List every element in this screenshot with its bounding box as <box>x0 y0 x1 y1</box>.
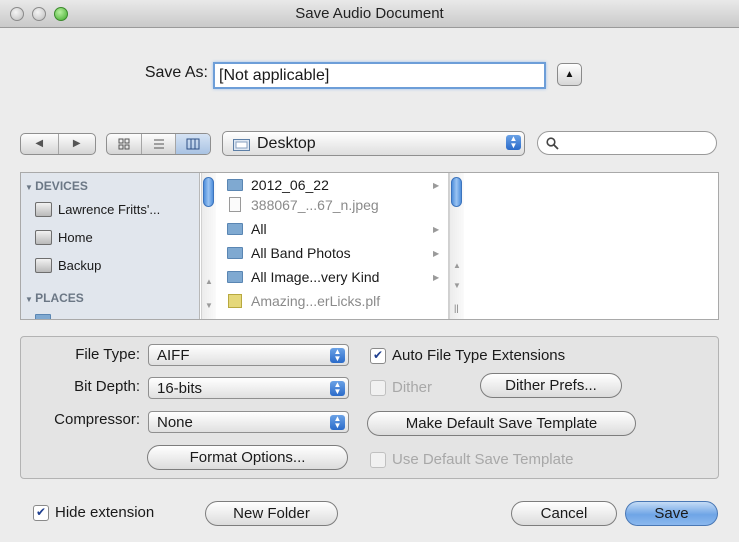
forward-button[interactable]: ▶ <box>57 134 96 154</box>
hard-drive-icon <box>35 258 52 273</box>
compressor-label: Compressor: <box>54 411 140 428</box>
column-resize-handle[interactable]: || <box>454 303 459 313</box>
make-default-save-template-button[interactable]: Make Default Save Template <box>367 411 636 436</box>
list-item[interactable]: All ▶ <box>227 221 441 241</box>
search-icon <box>546 137 559 150</box>
list-item[interactable]: Amazing...erLicks.plf <box>227 293 441 313</box>
compressor-popup[interactable]: None ▲ ▼ <box>148 411 349 433</box>
checkbox-box <box>370 379 386 396</box>
scroll-down-arrow[interactable]: ▼ <box>205 301 213 310</box>
icon-view-button[interactable] <box>107 134 141 154</box>
save-button[interactable]: Save <box>625 501 718 526</box>
list-view-icon <box>153 139 164 149</box>
file-type-value: AIFF <box>157 347 190 364</box>
title-bar: Save Audio Document <box>0 0 739 28</box>
scrollbar-thumb[interactable] <box>451 177 462 207</box>
chevron-right-icon: ▶ <box>433 181 440 190</box>
list-view-button[interactable] <box>140 134 176 154</box>
chevron-right-icon: ▶ <box>433 273 440 282</box>
auto-file-type-extensions-checkbox[interactable]: ✔ Auto File Type Extensions <box>370 347 565 364</box>
sidebar-item-home[interactable]: Home <box>35 230 93 245</box>
list-item[interactable]: All Image...very Kind ▶ <box>227 269 441 289</box>
column-view-button[interactable] <box>175 134 210 154</box>
popup-arrows-icon: ▲ ▼ <box>330 348 345 363</box>
scroll-up-arrow[interactable]: ▲ <box>453 261 461 270</box>
sidebar: ▼ DEVICES Lawrence Fritts'... Home Backu… <box>21 173 200 319</box>
folder-icon <box>35 314 51 319</box>
save-as-input[interactable] <box>213 62 546 89</box>
icon-view-icon <box>118 138 130 150</box>
hard-drive-icon <box>35 202 52 217</box>
bit-depth-value: 16-bits <box>157 380 203 397</box>
places-header[interactable]: ▼ PLACES <box>25 291 84 305</box>
popup-arrows-icon: ▲ ▼ <box>330 381 345 396</box>
save-as-label: Save As: <box>144 64 208 81</box>
checkmark-icon: ✔ <box>370 347 386 364</box>
use-default-save-template-checkbox[interactable]: Use Default Save Template <box>370 451 574 468</box>
new-folder-button[interactable]: New Folder <box>205 501 338 526</box>
devices-header[interactable]: ▼ DEVICES <box>25 179 88 193</box>
folder-icon <box>227 223 243 235</box>
popup-arrows-icon: ▲ ▼ <box>330 415 345 430</box>
file-type-popup[interactable]: AIFF ▲ ▼ <box>148 344 349 366</box>
file-column: 2012_06_22 ▶ 388067_...67_n.jpeg All ▶ A… <box>219 173 449 319</box>
folder-icon <box>227 247 243 259</box>
scroll-up-arrow[interactable]: ▲ <box>205 277 213 286</box>
checkbox-box <box>370 451 386 468</box>
view-mode-control <box>106 133 211 155</box>
search-field[interactable] <box>537 131 717 155</box>
file-type-label: File Type: <box>75 346 140 363</box>
plugin-file-icon <box>228 294 242 308</box>
scrollbar-thumb[interactable] <box>203 177 214 207</box>
scroll-down-arrow[interactable]: ▼ <box>453 281 461 290</box>
cancel-button[interactable]: Cancel <box>511 501 617 526</box>
compressor-value: None <box>157 414 193 431</box>
chevron-right-icon: ▶ <box>433 249 440 258</box>
hard-drive-icon <box>35 230 52 245</box>
list-item[interactable]: 388067_...67_n.jpeg <box>227 197 441 217</box>
back-forward-control: ◀ ▶ <box>20 133 96 155</box>
sidebar-item-device[interactable]: Lawrence Fritts'... <box>35 202 160 217</box>
folder-icon <box>233 139 250 151</box>
image-file-icon <box>229 197 241 212</box>
list-item[interactable]: All Band Photos ▶ <box>227 245 441 265</box>
popup-arrows-icon: ▲ ▼ <box>506 135 521 150</box>
bit-depth-popup[interactable]: 16-bits ▲ ▼ <box>148 377 349 399</box>
collapse-dialog-button[interactable]: ▲ <box>557 63 582 86</box>
chevron-right-icon: ▶ <box>433 225 440 234</box>
back-button[interactable]: ◀ <box>21 134 58 154</box>
dither-checkbox[interactable]: Dither <box>370 379 432 396</box>
list-item[interactable]: 2012_06_22 ▶ <box>227 177 441 197</box>
file-column-scrollbar[interactable]: ▲ ▼ || <box>449 173 464 319</box>
checkmark-icon: ✔ <box>33 504 49 521</box>
folder-icon <box>227 179 243 191</box>
column-view-icon <box>186 138 200 150</box>
format-options-button[interactable]: Format Options... <box>147 445 348 470</box>
dither-prefs-button[interactable]: Dither Prefs... <box>480 373 622 398</box>
hide-extension-checkbox[interactable]: ✔ Hide extension <box>33 504 154 521</box>
location-label: Desktop <box>257 135 316 152</box>
file-browser: ▼ DEVICES Lawrence Fritts'... Home Backu… <box>20 172 719 320</box>
window-title: Save Audio Document <box>295 5 444 22</box>
location-popup[interactable]: Desktop ▲ ▼ <box>222 131 525 156</box>
sidebar-scrollbar[interactable]: ▲ ▼ <box>201 173 216 319</box>
triangle-up-icon: ▲ <box>564 69 575 80</box>
sidebar-item-backup[interactable]: Backup <box>35 258 101 273</box>
bit-depth-label: Bit Depth: <box>74 378 140 395</box>
folder-icon <box>227 271 243 283</box>
